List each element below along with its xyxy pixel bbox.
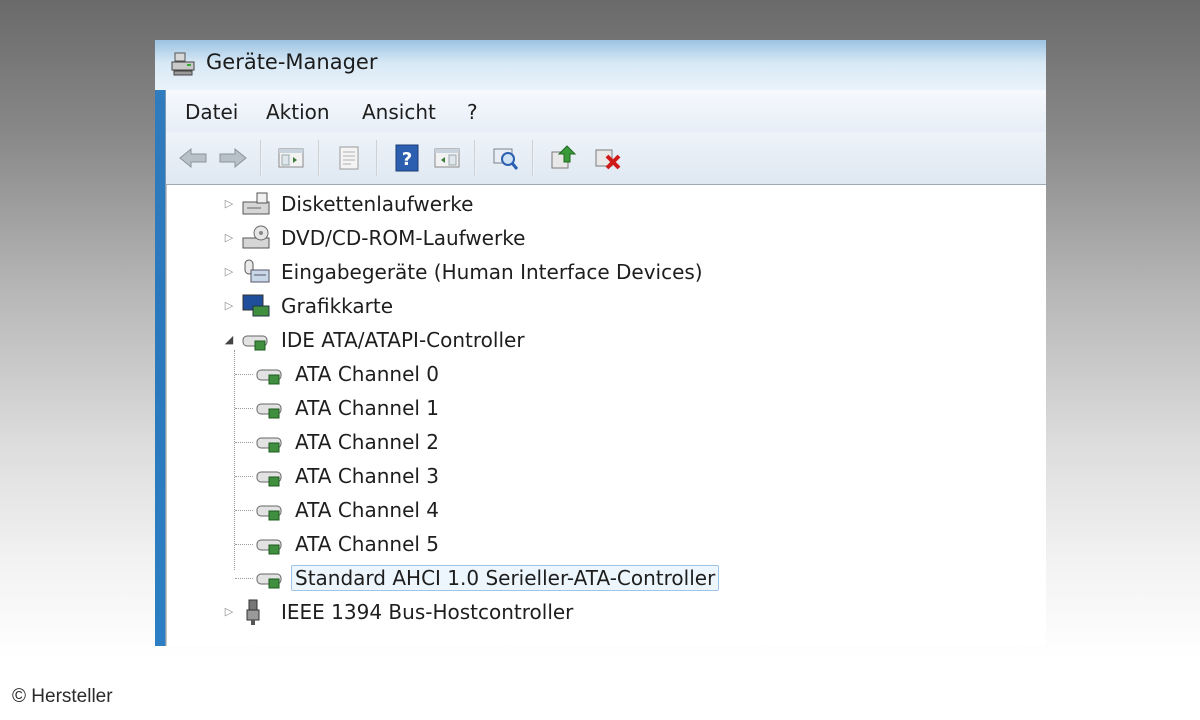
properties-button[interactable] <box>332 141 366 175</box>
tree-connector <box>234 350 235 570</box>
tree-node-label: ATA Channel 0 <box>295 362 440 386</box>
device-manager-icon <box>171 52 195 76</box>
tree-connector <box>235 442 253 443</box>
scan-hardware-button[interactable] <box>488 141 522 175</box>
device-manager-window: Geräte-Manager Datei Aktion Ansicht ? ? … <box>155 40 1046 646</box>
tree-node-label: Grafikkarte <box>281 294 394 318</box>
tree-node-ata-channel-5[interactable]: ATA Channel 5 <box>253 528 443 560</box>
tree-node-label: ATA Channel 5 <box>295 532 440 556</box>
toolbar-separator <box>376 140 378 176</box>
window-title: Geräte-Manager <box>206 50 378 74</box>
ide-channel-icon <box>256 403 282 419</box>
sata-controller-icon <box>256 573 282 589</box>
toolbar-separator <box>474 140 476 176</box>
tree-node-dvd-cd-rom[interactable]: ▷ DVD/CD-ROM-Laufwerke <box>225 222 529 254</box>
expand-arrow-icon[interactable]: ▷ <box>223 266 235 278</box>
update-driver-button[interactable] <box>546 141 580 175</box>
tree-node-label: IEEE 1394 Bus-Hostcontroller <box>281 600 574 624</box>
back-button[interactable] <box>176 141 210 175</box>
uninstall-device-icon <box>595 149 621 170</box>
scan-hardware-icon <box>493 148 519 170</box>
ide-channel-icon <box>256 369 282 385</box>
tree-node-ieee-1394[interactable]: ▷ IEEE 1394 Bus-Hostcontroller <box>225 596 577 628</box>
tree-connector <box>235 578 253 579</box>
tree-node-label: Eingabegeräte (Human Interface Devices) <box>281 260 703 284</box>
title-bar[interactable]: Geräte-Manager <box>155 40 1046 90</box>
tree-connector <box>235 374 253 375</box>
image-credit: © Hersteller <box>12 686 113 707</box>
toolbar-separator <box>318 140 320 176</box>
tree-connector <box>235 544 253 545</box>
ide-channel-icon <box>256 505 282 521</box>
tree-node-grafikkarte[interactable]: ▷ Grafikkarte <box>225 290 397 322</box>
tree-node-label: ATA Channel 2 <box>295 430 440 454</box>
help-button[interactable]: ? <box>390 141 424 175</box>
tree-node-ata-channel-2[interactable]: ATA Channel 2 <box>253 426 443 458</box>
client-area: Datei Aktion Ansicht ? ? ▷ Diskettenlauf… <box>165 90 1046 646</box>
update-driver-icon <box>551 145 577 169</box>
properties-sheet-icon <box>339 146 359 170</box>
tree-node-label: ATA Channel 1 <box>295 396 440 420</box>
action-pane-button[interactable] <box>430 141 464 175</box>
tree-node-diskettenlaufwerke[interactable]: ▷ Diskettenlaufwerke <box>225 188 477 220</box>
back-arrow-icon <box>179 147 207 169</box>
tree-node-ata-channel-0[interactable]: ATA Channel 0 <box>253 358 443 390</box>
svg-text:?: ? <box>402 149 412 170</box>
ide-controller-icon <box>242 335 268 351</box>
tree-node-ata-channel-4[interactable]: ATA Channel 4 <box>253 494 443 526</box>
tree-node-ata-channel-1[interactable]: ATA Channel 1 <box>253 392 443 424</box>
expand-arrow-icon[interactable]: ▷ <box>223 300 235 312</box>
ide-channel-icon <box>256 437 282 453</box>
tree-node-eingabegeraete[interactable]: ▷ Eingabegeräte (Human Interface Devices… <box>225 256 707 288</box>
show-hide-console-tree-icon <box>278 148 304 168</box>
menu-help[interactable]: ? <box>467 100 478 124</box>
toolbar-separator <box>260 140 262 176</box>
floppy-drive-icon <box>242 192 270 215</box>
tree-node-label: ATA Channel 3 <box>295 464 440 488</box>
show-action-pane-icon <box>434 148 460 168</box>
tree-connector <box>235 476 253 477</box>
forward-button[interactable] <box>216 141 250 175</box>
tree-connector <box>235 408 253 409</box>
tree-node-standard-ahci-controller[interactable]: Standard AHCI 1.0 Serieller-ATA-Controll… <box>253 562 720 594</box>
tree-node-label: IDE ATA/ATAPI-Controller <box>281 328 525 352</box>
help-icon: ? <box>395 144 419 172</box>
optical-drive-icon <box>242 225 270 249</box>
ieee1394-icon <box>246 599 260 625</box>
expand-arrow-icon[interactable]: ▷ <box>223 232 235 244</box>
device-tree[interactable]: ▷ Diskettenlaufwerke ▷ DVD/CD-ROM-Laufwe… <box>166 185 1046 646</box>
tree-node-label: Diskettenlaufwerke <box>281 192 474 216</box>
display-adapter-icon <box>242 294 270 317</box>
menu-datei[interactable]: Datei <box>185 100 238 124</box>
tree-node-label: DVD/CD-ROM-Laufwerke <box>281 226 526 250</box>
collapse-arrow-icon[interactable]: ◢ <box>223 334 235 346</box>
menu-bar: Datei Aktion Ansicht ? <box>166 90 1046 132</box>
console-tree-button[interactable] <box>274 141 308 175</box>
tree-node-ide-ata-atapi[interactable]: ◢ IDE ATA/ATAPI-Controller <box>225 324 529 356</box>
menu-ansicht[interactable]: Ansicht <box>362 100 436 124</box>
uninstall-device-button[interactable] <box>590 141 624 175</box>
menu-aktion[interactable]: Aktion <box>266 100 330 124</box>
expand-arrow-icon[interactable]: ▷ <box>223 606 235 618</box>
tree-node-label: ATA Channel 4 <box>295 498 440 522</box>
ide-channel-icon <box>256 539 282 555</box>
forward-arrow-icon <box>219 147 247 169</box>
tree-node-ata-channel-3[interactable]: ATA Channel 3 <box>253 460 443 492</box>
ide-channel-icon <box>256 471 282 487</box>
toolbar-separator <box>532 140 534 176</box>
tree-connector <box>235 510 253 511</box>
toolbar: ? <box>166 132 1046 185</box>
expand-arrow-icon[interactable]: ▷ <box>223 198 235 210</box>
tree-node-label-selected: Standard AHCI 1.0 Serieller-ATA-Controll… <box>291 565 720 591</box>
hid-device-icon <box>244 259 270 283</box>
